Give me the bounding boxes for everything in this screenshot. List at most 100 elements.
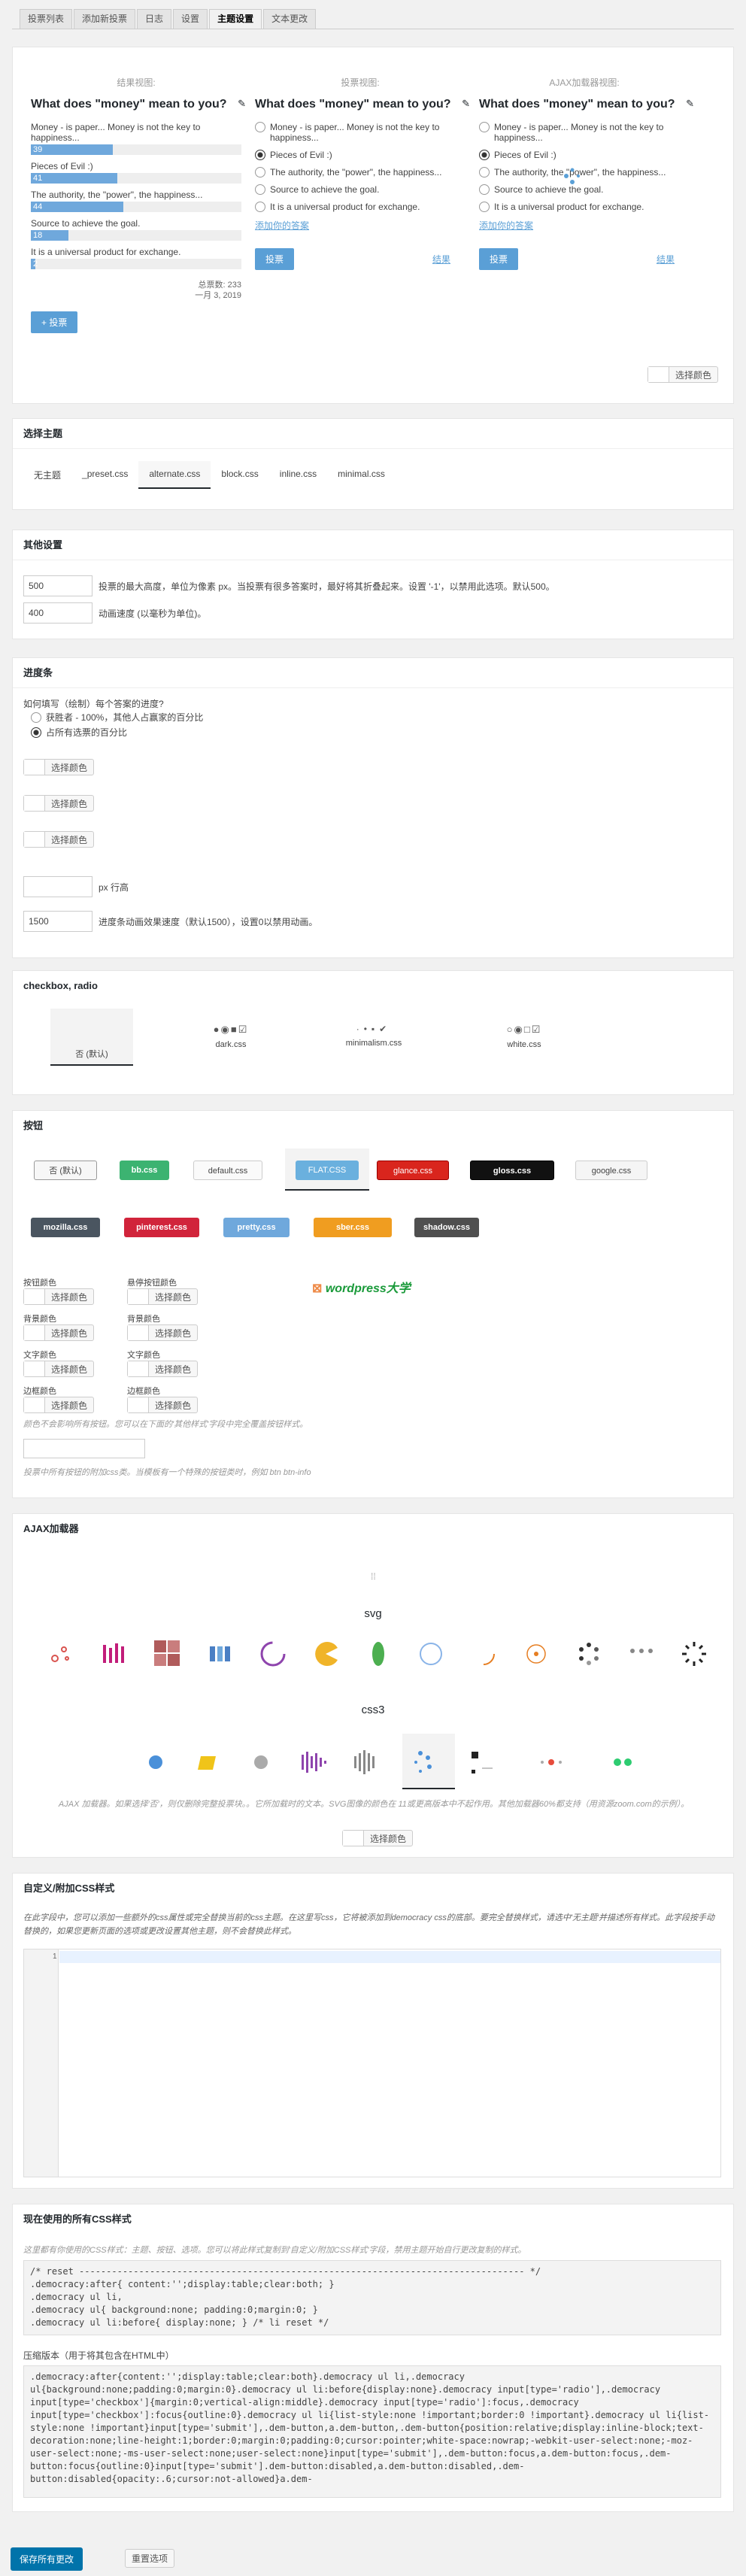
button-theme-3[interactable]: FLAT.CSS — [296, 1161, 359, 1180]
css3-loader-5-icon[interactable] — [351, 1747, 381, 1777]
progress-option-winner[interactable]: 获胜者 - 100%，其他人占赢家的百分比 — [31, 712, 203, 723]
css3-loader-1-icon[interactable] — [141, 1747, 171, 1777]
progress-color-button-3[interactable]: 选择颜色 — [23, 831, 95, 848]
svg-loader-10-icon[interactable] — [521, 1639, 551, 1669]
loader-none-icon[interactable]: ⁞⁞ — [371, 1571, 376, 1582]
tab-add-poll[interactable]: 添加新投票 — [74, 9, 136, 29]
checkbox-theme-dark[interactable]: ●◉■☑ dark.css — [186, 1024, 276, 1049]
svg-loader-1-icon[interactable] — [47, 1639, 77, 1669]
vote-option[interactable]: Money - is paper... Money is not the key… — [255, 122, 465, 143]
vote-button[interactable]: 投票 — [255, 248, 295, 270]
svg-loader-11-icon[interactable] — [574, 1639, 604, 1669]
svg-loader-3-icon[interactable] — [153, 1639, 183, 1669]
tab-settings[interactable]: 设置 — [173, 9, 208, 29]
button-theme-row2-2[interactable]: pretty.css — [223, 1218, 290, 1237]
theme-tab-0[interactable]: 无主题 — [23, 461, 71, 489]
button-color-picker[interactable]: 选择颜色 — [127, 1361, 199, 1377]
vote-option[interactable]: Money - is paper... Money is not the key… — [479, 122, 690, 143]
results-link[interactable]: 结果 — [432, 253, 450, 265]
vote-option[interactable]: The authority, the "power", the happines… — [479, 167, 690, 177]
progress-color-button-1[interactable]: 选择颜色 — [23, 759, 95, 775]
css3-loader-4-icon[interactable] — [299, 1747, 329, 1777]
theme-tab-3[interactable]: block.css — [211, 461, 268, 489]
tab-poll-list[interactable]: 投票列表 — [20, 9, 73, 29]
svg-loader-12-icon[interactable] — [626, 1639, 657, 1669]
progress-option-percent[interactable]: 占所有选票的百分比 — [31, 727, 127, 738]
css3-loader-3-icon[interactable] — [246, 1747, 276, 1777]
button-theme-row2-4[interactable]: shadow.css — [414, 1218, 479, 1237]
vote-option[interactable]: Source to achieve the goal. — [479, 184, 690, 195]
button-theme-1[interactable]: bb.css — [120, 1161, 169, 1180]
max-height-input[interactable]: 500 — [23, 575, 92, 596]
css3-loader-6-icon[interactable] — [410, 1747, 440, 1777]
tab-theme-settings[interactable]: 主题设置 — [209, 9, 262, 29]
button-color-picker[interactable]: 选择颜色 — [23, 1288, 95, 1305]
svg-loader-6-icon[interactable] — [311, 1639, 341, 1669]
button-theme-4[interactable]: glance.css — [377, 1161, 449, 1180]
vote-option[interactable]: Pieces of Evil :) — [255, 150, 465, 160]
vote-option[interactable]: Pieces of Evil :) — [479, 150, 690, 160]
preview-panel: 结果视图: What does "money" mean to you? ✎ Mo… — [12, 47, 734, 404]
button-color-picker[interactable]: 选择颜色 — [127, 1288, 199, 1305]
add-answer-link[interactable]: 添加你的答案 — [479, 219, 690, 232]
animation-speed-input[interactable]: 400 — [23, 602, 92, 624]
button-theme-row2-1[interactable]: pinterest.css — [124, 1218, 199, 1237]
svg-loader-2-icon[interactable] — [100, 1639, 130, 1669]
button-theme-5[interactable]: gloss.css — [470, 1161, 554, 1180]
css3-loader-7-icon[interactable] — [467, 1747, 497, 1777]
custom-css-editor[interactable]: 1 — [23, 1949, 721, 2177]
svg-loader-7-icon[interactable] — [363, 1639, 393, 1669]
line-height-input[interactable] — [23, 876, 92, 897]
tab-log[interactable]: 日志 — [137, 9, 172, 29]
results-link[interactable]: 结果 — [657, 253, 675, 265]
vote-option[interactable]: It is a universal product for exchange. — [479, 202, 690, 212]
svg-loader-8-icon[interactable] — [416, 1639, 446, 1669]
button-theme-0[interactable]: 否 (默认) — [34, 1161, 97, 1180]
theme-tab-4[interactable]: inline.css — [269, 461, 327, 489]
tab-text-changes[interactable]: 文本更改 — [263, 9, 317, 29]
checkbox-theme-default[interactable]: 否 (默认) — [50, 1009, 133, 1066]
edit-pencil-icon[interactable]: ✎ — [238, 98, 246, 110]
add-answer-link[interactable]: 添加你的答案 — [255, 219, 465, 232]
button-class-input[interactable] — [23, 1439, 145, 1458]
button-theme-row2-0[interactable]: mozilla.css — [31, 1218, 100, 1237]
css3-loader-8-icon[interactable] — [536, 1747, 566, 1777]
theme-tab-2[interactable]: alternate.css — [138, 461, 211, 489]
button-theme-2[interactable]: default.css — [193, 1161, 262, 1180]
checkbox-theme-minimalism[interactable]: ·•▪✔ minimalism.css — [321, 1024, 426, 1048]
choose-color-button[interactable]: 选择颜色 — [647, 366, 718, 383]
svg-loader-9-icon[interactable] — [469, 1639, 499, 1669]
svg-loader-5-icon[interactable] — [258, 1639, 288, 1669]
button-color-picker[interactable]: 选择颜色 — [127, 1397, 199, 1413]
reset-options-button[interactable]: 重置选项 — [125, 2549, 175, 2568]
vote-button[interactable]: 投票 — [479, 248, 519, 270]
line-height-unit: px 行高 — [99, 881, 129, 893]
loader-color-button[interactable]: 选择颜色 — [342, 1830, 414, 1846]
theme-tab-5[interactable]: minimal.css — [327, 461, 396, 489]
result-bar: 39 — [31, 144, 241, 155]
vote-option[interactable]: Source to achieve the goal. — [255, 184, 465, 195]
svg-loader-13-icon[interactable] — [679, 1639, 709, 1669]
button-theme-6[interactable]: google.css — [575, 1161, 647, 1180]
button-theme-row2-3[interactable]: sber.css — [314, 1218, 392, 1237]
add-vote-button[interactable]: + 投票 — [31, 311, 78, 333]
current-css-title: 现在使用的所有CSS样式 — [23, 2213, 132, 2225]
progress-color-button-2[interactable]: 选择颜色 — [23, 795, 95, 812]
button-color-picker[interactable]: 选择颜色 — [23, 1324, 95, 1341]
css3-loader-9-icon[interactable] — [607, 1747, 637, 1777]
edit-pencil-icon[interactable]: ✎ — [462, 98, 470, 110]
button-color-picker[interactable]: 选择颜色 — [23, 1397, 95, 1413]
vote-option[interactable]: It is a universal product for exchange. — [255, 202, 465, 212]
svg-loader-4-icon[interactable] — [205, 1639, 235, 1669]
minified-css-code[interactable]: .democracy:after{content:'';display:tabl… — [23, 2365, 721, 2498]
save-all-button[interactable]: 保存所有更改 — [11, 2547, 83, 2571]
css3-loader-2-icon[interactable] — [190, 1747, 220, 1777]
vote-option[interactable]: The authority, the "power", the happines… — [255, 167, 465, 177]
button-color-picker[interactable]: 选择颜色 — [23, 1361, 95, 1377]
current-css-code[interactable]: /* reset -------------------------------… — [23, 2260, 721, 2335]
checkbox-theme-white[interactable]: ○◉□☑ white.css — [479, 1024, 569, 1049]
button-color-picker[interactable]: 选择颜色 — [127, 1324, 199, 1341]
progress-anim-speed-input[interactable]: 1500 — [23, 911, 92, 932]
edit-pencil-icon[interactable]: ✎ — [686, 98, 694, 110]
theme-tab-1[interactable]: _preset.css — [71, 461, 138, 489]
